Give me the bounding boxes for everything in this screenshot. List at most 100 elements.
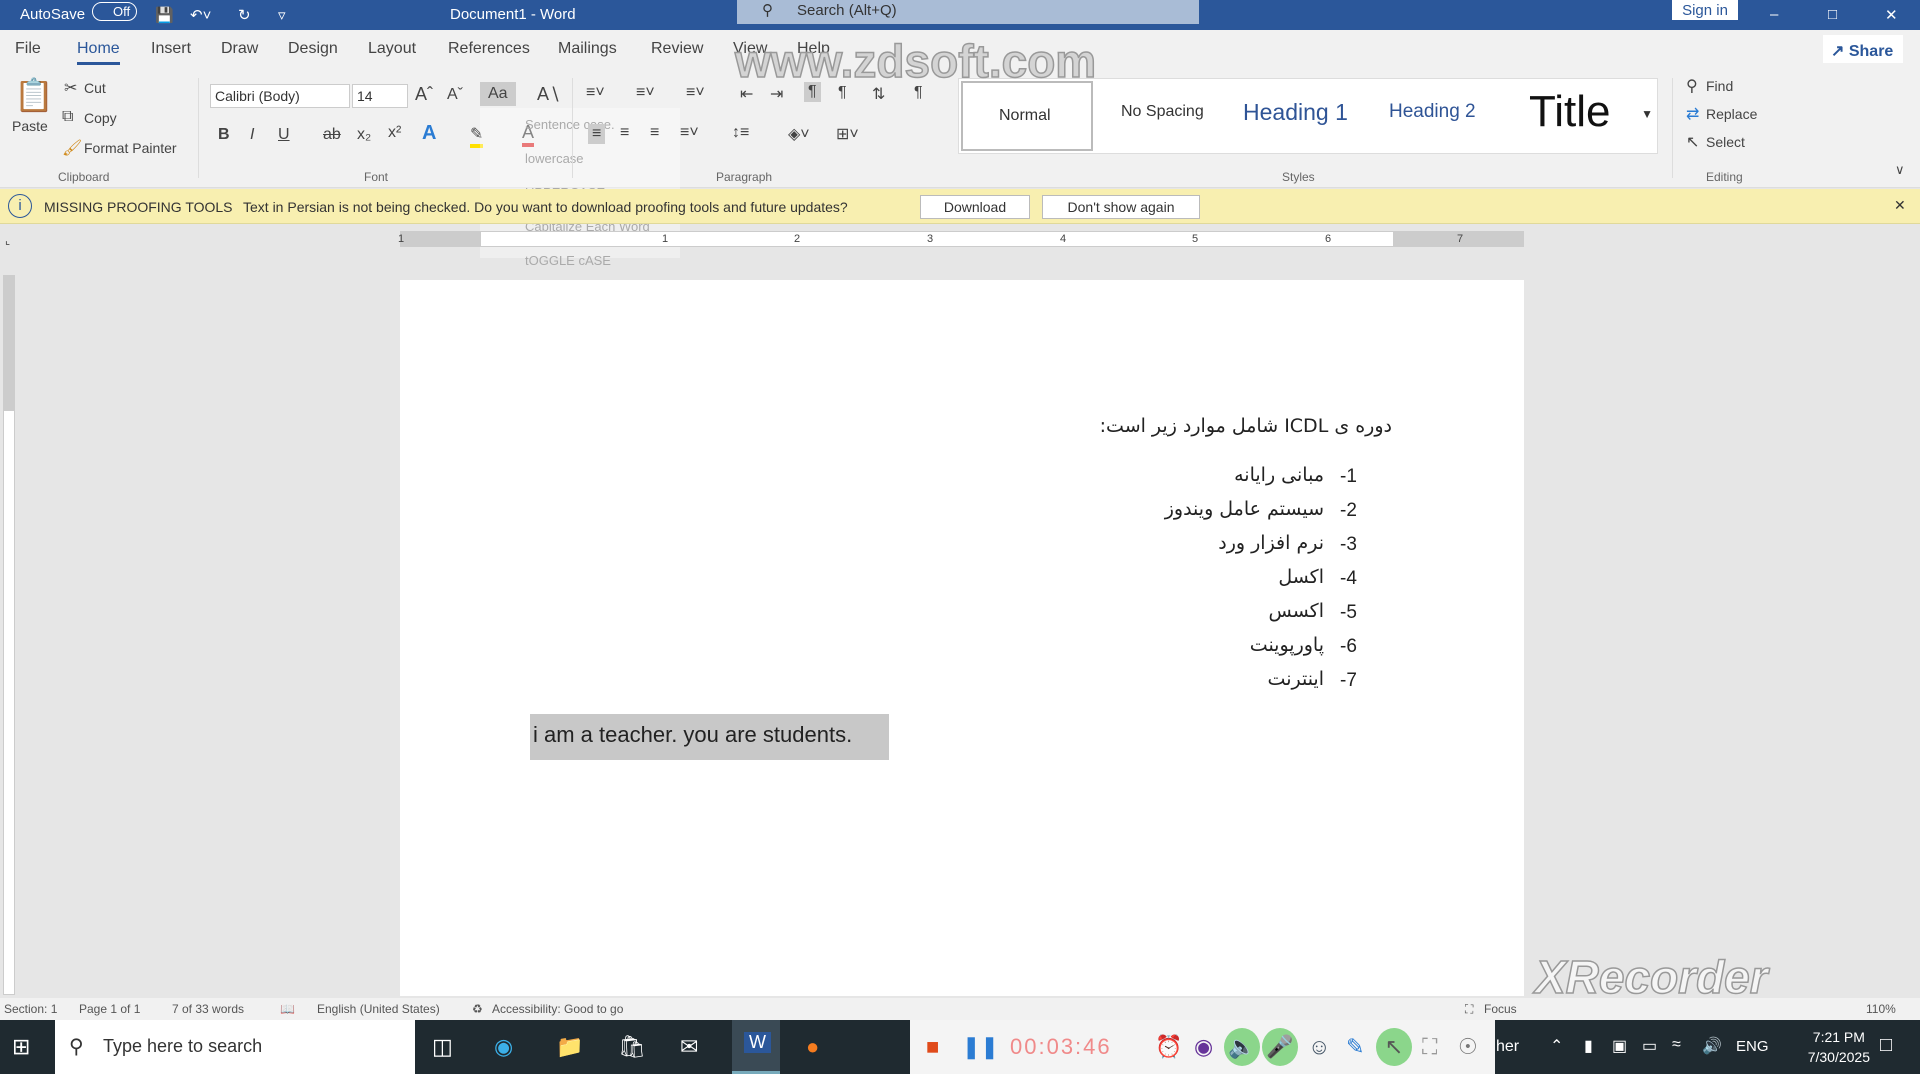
redo-icon[interactable]: ↻ [238,6,251,24]
fullscreen-icon[interactable]: ⛶ [1422,1034,1437,1060]
clock[interactable]: 7:21 PM 7/30/2025 [1808,1027,1870,1067]
copy-button[interactable]: Copy [84,110,117,126]
selected-text[interactable]: i am a teacher. you are students. [530,714,889,760]
task-view-icon[interactable]: ◫ [432,1034,453,1060]
undo-icon[interactable]: ↶˅ [190,6,211,24]
save-icon[interactable]: 💾 [155,6,174,24]
tab-references[interactable]: References [448,40,530,58]
tab-draw[interactable]: Draw [221,40,258,58]
grow-font-icon[interactable]: Aˆ [415,84,433,105]
close-message-icon[interactable]: ✕ [1894,197,1906,214]
style-no-spacing[interactable]: No Spacing [1121,103,1204,121]
horizontal-ruler[interactable]: 1 1 2 3 4 5 6 7 [398,231,1524,247]
text-effects-icon[interactable]: A [422,122,436,145]
dont-show-again-button[interactable]: Don't show again [1042,195,1200,219]
firefox-icon[interactable]: ● [806,1034,819,1060]
wifi-icon[interactable]: ≈ [1672,1036,1681,1054]
change-case-button[interactable]: Aa [480,82,516,106]
battery-icon[interactable]: ▭ [1642,1036,1657,1056]
speaker-icon[interactable]: 🔈 [1224,1028,1260,1066]
share-button[interactable]: ↗ Share [1823,35,1903,63]
shading-icon[interactable]: ◈˅ [788,124,810,144]
select-button[interactable]: Select [1706,134,1745,150]
subscript-icon[interactable]: x₂ [357,126,371,144]
mail-icon[interactable]: ✉ [680,1034,698,1060]
proofing-icon[interactable]: 📖 [280,1002,295,1016]
stop-record-icon[interactable]: ■ [926,1034,939,1060]
borders-icon[interactable]: ⊞˅ [836,124,859,144]
replace-button[interactable]: Replace [1706,106,1757,122]
styles-more-icon[interactable]: ▼ [1641,107,1653,121]
tab-file[interactable]: File [15,40,41,58]
format-painter-button[interactable]: Format Painter [84,140,177,156]
download-button[interactable]: Download [920,195,1030,219]
style-normal[interactable]: Normal [961,81,1093,151]
vertical-ruler[interactable] [3,275,15,995]
sign-in-button[interactable]: Sign in [1672,0,1738,20]
superscript-icon[interactable]: x² [388,124,401,142]
align-center-icon[interactable]: ≡ [620,124,629,142]
store-icon[interactable]: 🛍 [618,1034,646,1060]
numbering-icon[interactable]: ≡˅ [636,84,655,102]
word-count[interactable]: 7 of 33 words [172,1002,244,1016]
page-indicator[interactable]: Page 1 of 1 [79,1002,140,1016]
line-spacing-icon[interactable]: ↕≡ [732,124,749,142]
weather-text[interactable]: her [1496,1038,1519,1056]
clear-formatting-icon[interactable]: A∖ [537,84,560,105]
volume-icon[interactable]: 🔊 [1702,1036,1722,1056]
tab-selector[interactable]: ⌞ [5,234,10,247]
microphone-icon[interactable]: 🎤 [1262,1028,1298,1066]
collapse-ribbon-icon[interactable]: ∨ [1895,162,1905,178]
close-button[interactable]: ✕ [1885,6,1898,24]
alarm-icon[interactable]: ⏰ [1155,1034,1182,1060]
find-button[interactable]: Find [1706,78,1733,94]
shrink-font-icon[interactable]: Aˇ [447,86,463,104]
justify-icon[interactable]: ≡˅ [680,124,699,142]
pause-record-icon[interactable]: ❚❚ [962,1034,999,1060]
minimize-button[interactable]: – [1770,6,1778,23]
autosave-toggle[interactable]: Off [92,2,138,21]
word-taskbar-icon[interactable]: W [732,1020,780,1074]
input-language[interactable]: ENG [1736,1038,1769,1055]
paste-icon[interactable]: 📋 [14,76,54,114]
eye-icon[interactable]: ☉ [1458,1034,1478,1060]
tab-review[interactable]: Review [651,40,703,58]
menu-item-lowercase[interactable]: lowercase [525,142,680,176]
language-indicator[interactable]: English (United States) [317,1002,440,1016]
style-title[interactable]: Title [1529,87,1611,137]
focus-button[interactable]: Focus [1484,1002,1517,1016]
pen-icon[interactable]: ✎ [1346,1034,1364,1060]
multilevel-list-icon[interactable]: ≡˅ [686,84,705,102]
tab-mailings[interactable]: Mailings [558,40,617,58]
accessibility-status[interactable]: Accessibility: Good to go [492,1002,623,1016]
camera-icon[interactable]: ◉ [1194,1034,1213,1060]
cursor-icon[interactable]: ↖ [1376,1028,1412,1066]
font-size-dropdown[interactable]: 14 [352,84,408,108]
menu-item-toggle-case[interactable]: tOGGLE cASE [525,244,680,278]
bullets-icon[interactable]: ≡˅ [586,84,605,102]
zoom-level[interactable]: 110% [1866,1002,1896,1016]
tab-insert[interactable]: Insert [151,40,191,58]
tab-layout[interactable]: Layout [368,40,416,58]
show-hidden-icons[interactable]: ⌃ [1550,1036,1563,1056]
font-name-dropdown[interactable]: Calibri (Body) [210,84,350,108]
windows-start-icon[interactable]: ⊞ [12,1034,30,1060]
tab-design[interactable]: Design [288,40,338,58]
notifications-icon[interactable]: □ [1880,1034,1892,1057]
style-heading-2[interactable]: Heading 2 [1389,101,1476,123]
cut-button[interactable]: Cut [84,80,106,96]
customize-qat-icon[interactable]: ▿ [278,6,286,24]
strikethrough-icon[interactable]: ab [323,126,341,144]
document-page[interactable]: دوره ی ICDL شامل موارد زیر است: -1 مبانی … [400,280,1524,996]
tab-home[interactable]: Home [77,40,120,65]
align-left-icon[interactable]: ≡ [588,124,606,144]
align-right-icon[interactable]: ≡ [650,124,659,142]
bold-button[interactable]: B [218,126,230,144]
paste-button[interactable]: Paste [12,118,48,134]
underline-button[interactable]: U [278,126,290,144]
italic-button[interactable]: I [250,126,254,144]
security-icon[interactable]: ▣ [1612,1036,1627,1056]
edge-icon[interactable]: ◉ [494,1034,513,1060]
search-box[interactable]: ⚲ Search (Alt+Q) [737,0,1199,24]
style-heading-1[interactable]: Heading 1 [1243,99,1348,126]
